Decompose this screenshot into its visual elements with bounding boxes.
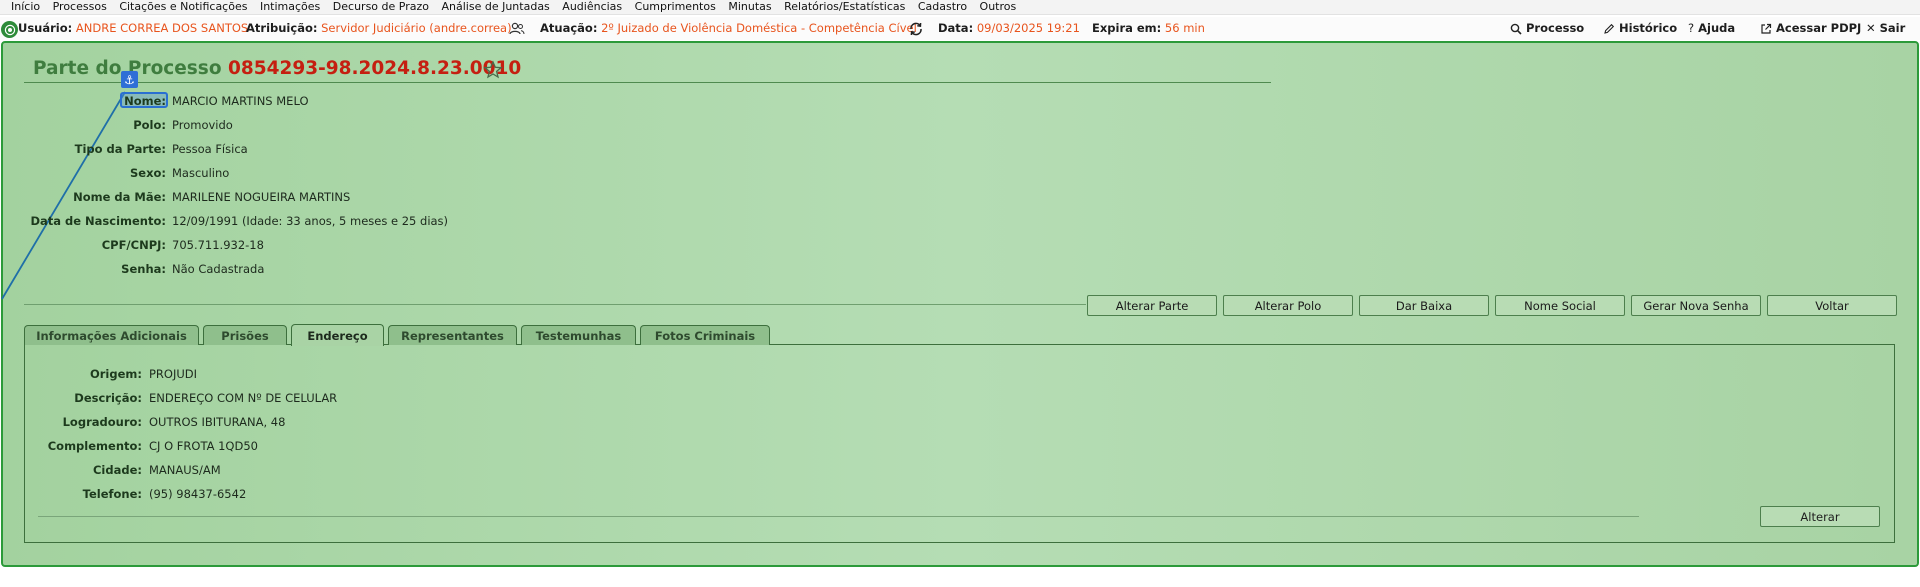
field-label-senha: Senha:	[121, 262, 166, 276]
menu-cadastro[interactable]: Cadastro	[918, 0, 967, 13]
field-value-senha: Não Cadastrada	[172, 262, 265, 276]
field-value-nome: MARCIO MARTINS MELO	[172, 94, 309, 108]
sair-label: Sair	[1879, 21, 1906, 35]
field-value-data-nascimento: 12/09/1991 (Idade: 33 anos, 5 meses e 25…	[172, 214, 449, 228]
tab-testemunhas[interactable]: Testemunhas	[521, 325, 636, 345]
close-icon: ✕	[1866, 21, 1876, 35]
field-label-data-nascimento: Data de Nascimento:	[30, 214, 166, 228]
title-divider	[24, 82, 1271, 83]
field-value-tipo-parte: Pessoa Física	[172, 142, 248, 156]
address-label-complemento: Complemento:	[47, 439, 142, 453]
menu-relatorios[interactable]: Relatórios/Estatísticas	[784, 0, 905, 13]
field-value-polo: Promovido	[172, 118, 233, 132]
data-value: 09/03/2025 19:21	[976, 21, 1080, 35]
usuario-value: ANDRE CORREA DOS SANTOS	[75, 21, 249, 35]
gerar-nova-senha-button[interactable]: Gerar Nova Senha	[1631, 295, 1761, 316]
field-value-sexo: Masculino	[172, 166, 230, 180]
address-label-origem: Origem:	[89, 367, 142, 381]
expira-info: Expira em: 56 min	[1092, 17, 1205, 40]
atribuicao-info: Atribuição: Servidor Judiciário (andre.c…	[246, 17, 512, 40]
usuario-label: Usuário:	[18, 21, 73, 35]
alterar-parte-button[interactable]: Alterar Parte	[1087, 295, 1217, 316]
tab-content-panel	[24, 344, 1895, 543]
tab-fotos-criminais[interactable]: Fotos Criminais	[640, 325, 770, 345]
section-divider	[24, 304, 1086, 305]
menu-inicio[interactable]: Início	[11, 0, 40, 13]
data-label: Data:	[938, 21, 974, 35]
atuacao-info: Atuação: 2º Juizado de Violência Domésti…	[540, 17, 917, 40]
ajuda-link[interactable]: ? Ajuda	[1688, 17, 1735, 40]
address-value-origem: PROJUDI	[149, 367, 198, 381]
field-label-sexo: Sexo:	[130, 166, 166, 180]
users-icon[interactable]	[508, 20, 525, 37]
atribuicao-value: Servidor Judiciário (andre.correa)	[321, 21, 512, 35]
atribuicao-label: Atribuição:	[246, 21, 318, 35]
address-label-cidade: Cidade:	[92, 463, 142, 477]
sair-link[interactable]: ✕ Sair	[1866, 17, 1905, 40]
historico-link[interactable]: Histórico	[1603, 17, 1677, 40]
acessar-pdpj-label: Acessar PDPJ	[1776, 21, 1862, 35]
dar-baixa-button[interactable]: Dar Baixa	[1359, 295, 1489, 316]
field-value-cpf-cnpj: 705.711.932-18	[172, 238, 264, 252]
user-info-bar: Usuário: ANDRE CORREA DOS SANTOS Atribui…	[0, 17, 1920, 40]
usuario-info: Usuário: ANDRE CORREA DOS SANTOS	[18, 17, 248, 40]
processo-link[interactable]: Processo	[1510, 17, 1584, 40]
menu-analise-juntadas[interactable]: Análise de Juntadas	[442, 0, 550, 13]
menu-citacoes[interactable]: Citações e Notificações	[119, 0, 247, 13]
acessar-pdpj-link[interactable]: Acessar PDPJ	[1760, 17, 1861, 40]
star-icon[interactable]	[483, 60, 503, 80]
address-value-telefone: (95) 98437-6542	[149, 487, 247, 501]
refresh-icon[interactable]	[907, 20, 924, 37]
question-icon: ?	[1688, 21, 1695, 35]
menu-audiencias[interactable]: Audiências	[562, 0, 622, 13]
expira-label: Expira em:	[1092, 21, 1162, 35]
data-info: Data: 09/03/2025 19:21	[938, 17, 1080, 40]
menu-processos[interactable]: Processos	[53, 0, 107, 13]
address-value-complemento: CJ O FROTA 1QD50	[149, 439, 258, 453]
external-link-icon	[1761, 23, 1772, 34]
page-title: Parte do Processo 0854293-98.2024.8.23.0…	[33, 58, 521, 79]
voltar-button[interactable]: Voltar	[1767, 295, 1897, 316]
tab-representantes[interactable]: Representantes	[388, 325, 517, 345]
alterar-endereco-button[interactable]: Alterar	[1760, 506, 1880, 527]
menu-decurso[interactable]: Decurso de Prazo	[333, 0, 429, 13]
tab-prisoes[interactable]: Prisões	[203, 325, 287, 345]
processo-label: Processo	[1526, 21, 1585, 35]
field-value-nome-mae: MARILENE NOGUEIRA MARTINS	[172, 190, 351, 204]
search-icon	[1510, 23, 1522, 35]
address-value-cidade: MANAUS/AM	[149, 463, 221, 477]
menu-intimacoes[interactable]: Intimações	[260, 0, 320, 13]
atuacao-value: 2º Juizado de Violência Doméstica - Comp…	[601, 21, 917, 35]
tab-endereco[interactable]: Endereço	[291, 324, 384, 346]
tab-divider	[38, 516, 1639, 517]
atuacao-label: Atuação:	[540, 21, 598, 35]
address-value-descricao: ENDEREÇO COM Nº DE CELULAR	[149, 391, 338, 405]
ajuda-label: Ajuda	[1698, 21, 1736, 35]
field-label-nome: Nome:	[124, 94, 166, 108]
menu-cumprimentos[interactable]: Cumprimentos	[635, 0, 716, 13]
menu-outros[interactable]: Outros	[980, 0, 1017, 13]
historico-label: Histórico	[1619, 21, 1678, 35]
field-label-polo: Polo:	[133, 118, 166, 132]
address-value-logradouro: OUTROS IBITURANA, 48	[149, 415, 286, 429]
process-number: 0854293-98.2024.8.23.0010	[228, 58, 522, 79]
address-label-logradouro: Logradouro:	[62, 415, 142, 429]
address-label-telefone: Telefone:	[82, 487, 142, 501]
address-label-descricao: Descrição:	[74, 391, 142, 405]
anchor-icon[interactable]: ⚓	[121, 71, 138, 88]
tab-informacoes-adicionais[interactable]: Informações Adicionais	[24, 325, 199, 345]
field-label-tipo-parte: Tipo da Parte:	[74, 142, 166, 156]
alterar-polo-button[interactable]: Alterar Polo	[1223, 295, 1353, 316]
menu-minutas[interactable]: Minutas	[728, 0, 771, 13]
expira-value: 56 min	[1164, 21, 1205, 35]
home-icon[interactable]	[1, 21, 18, 38]
pencil-icon	[1604, 23, 1615, 34]
field-label-cpf-cnpj: CPF/CNPJ:	[101, 238, 166, 252]
nome-social-button[interactable]: Nome Social	[1495, 295, 1625, 316]
field-label-nome-mae: Nome da Mãe:	[73, 190, 166, 204]
top-menu: Início Processos Citações e Notificações…	[0, 0, 1920, 15]
